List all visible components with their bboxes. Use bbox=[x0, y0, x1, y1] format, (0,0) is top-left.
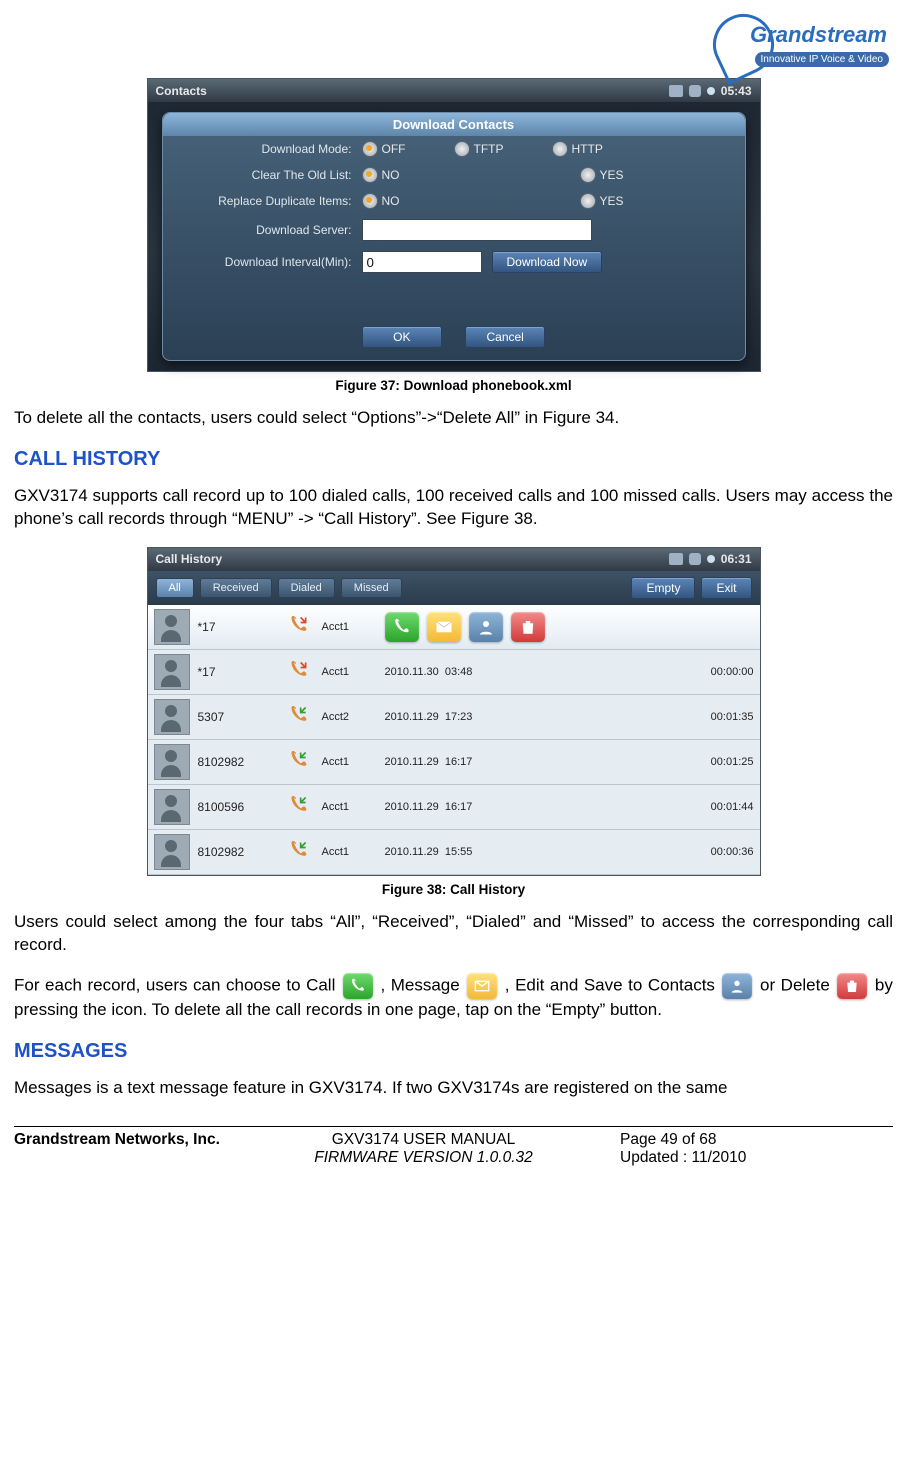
avatar-icon bbox=[154, 654, 190, 690]
label-interval: Download Interval(Min): bbox=[177, 255, 352, 269]
heading-messages: MESSAGES bbox=[14, 1040, 893, 1063]
tab-received[interactable]: Received bbox=[200, 578, 272, 598]
call-type-icon bbox=[284, 705, 314, 728]
speaker-icon bbox=[689, 85, 701, 97]
radio-tftp[interactable] bbox=[454, 141, 470, 157]
para-delete-contacts: To delete all the contacts, users could … bbox=[14, 407, 893, 430]
avatar-icon bbox=[154, 834, 190, 870]
window-title: Contacts bbox=[156, 84, 207, 98]
page-footer: Grandstream Networks, Inc. GXV3174 USER … bbox=[14, 1126, 893, 1167]
footer-firmware: FIRMWARE VERSION 1.0.0.32 bbox=[287, 1149, 560, 1167]
label-replace-dup: Replace Duplicate Items: bbox=[177, 194, 352, 208]
radio-clear-no[interactable] bbox=[362, 167, 378, 183]
footer-manual: GXV3174 USER MANUAL bbox=[287, 1131, 560, 1149]
para-tabs: Users could select among the four tabs “… bbox=[14, 911, 893, 957]
call-icon bbox=[343, 973, 373, 999]
avatar-icon bbox=[154, 744, 190, 780]
clock: 06:31 bbox=[721, 552, 752, 566]
para-messages-intro: Messages is a text message feature in GX… bbox=[14, 1077, 893, 1100]
ok-button[interactable]: OK bbox=[362, 326, 442, 348]
call-account: Acct1 bbox=[322, 846, 377, 858]
label-clear-old: Clear The Old List: bbox=[177, 168, 352, 182]
cancel-button[interactable]: Cancel bbox=[465, 326, 545, 348]
clock: 05:43 bbox=[721, 84, 752, 98]
label-server: Download Server: bbox=[177, 223, 352, 237]
call-row[interactable]: 8102982 Acct1 2010.11.29 15:5500:00:36 bbox=[148, 830, 760, 875]
download-contacts-dialog: Download Contacts Download Mode: OFF TFT… bbox=[162, 112, 746, 361]
heading-call-history: CALL HISTORY bbox=[14, 448, 893, 471]
call-row[interactable]: 8100596 Acct1 2010.11.29 16:1700:01:44 bbox=[148, 785, 760, 830]
row-delete-icon[interactable] bbox=[511, 612, 545, 642]
avatar-icon bbox=[154, 699, 190, 735]
download-server-input[interactable] bbox=[362, 219, 592, 241]
save-contact-icon bbox=[722, 973, 752, 999]
avatar-icon bbox=[154, 789, 190, 825]
para-call-history-intro: GXV3174 supports call record up to 100 d… bbox=[14, 485, 893, 531]
tab-missed[interactable]: Missed bbox=[341, 578, 402, 598]
call-list: *17 Acct1 *17 Acct1 2010.11.30 03:4800:0… bbox=[148, 605, 760, 875]
call-number: 8102982 bbox=[198, 755, 276, 769]
call-account: Acct1 bbox=[322, 621, 377, 633]
logo-tagline: Innovative IP Voice & Video bbox=[755, 52, 890, 67]
figure38-screenshot: Call History 06:31 All Received Dialed M… bbox=[147, 547, 761, 876]
call-type-icon bbox=[284, 840, 314, 863]
call-number: 8100596 bbox=[198, 800, 276, 814]
call-account: Acct2 bbox=[322, 711, 377, 723]
figure37-caption: Figure 37: Download phonebook.xml bbox=[14, 378, 893, 393]
call-row[interactable]: 8102982 Acct1 2010.11.29 16:1700:01:25 bbox=[148, 740, 760, 785]
radio-replace-no[interactable] bbox=[362, 193, 378, 209]
call-account: Acct1 bbox=[322, 801, 377, 813]
call-account: Acct1 bbox=[322, 756, 377, 768]
call-type-icon bbox=[284, 750, 314, 773]
call-type-icon bbox=[284, 615, 314, 638]
brand-logo: Grandstream Innovative IP Voice & Video bbox=[14, 14, 893, 74]
status-dot-icon bbox=[707, 555, 715, 563]
label-download-mode: Download Mode: bbox=[177, 142, 352, 156]
download-interval-input[interactable] bbox=[362, 251, 482, 273]
call-account: Acct1 bbox=[322, 666, 377, 678]
row-call-icon[interactable] bbox=[385, 612, 419, 642]
dialog-title: Download Contacts bbox=[163, 113, 745, 136]
tab-dialed[interactable]: Dialed bbox=[278, 578, 335, 598]
figure38-caption: Figure 38: Call History bbox=[14, 882, 893, 897]
call-row[interactable]: *17 Acct1 bbox=[148, 605, 760, 650]
status-dot-icon bbox=[707, 87, 715, 95]
avatar-icon bbox=[154, 609, 190, 645]
radio-off[interactable] bbox=[362, 141, 378, 157]
row-save-icon[interactable] bbox=[469, 612, 503, 642]
call-number: 8102982 bbox=[198, 845, 276, 859]
para-record-actions: For each record, users can choose to Cal… bbox=[14, 973, 893, 1022]
logo-brand-text: Grandstream bbox=[750, 22, 887, 48]
window-title: Call History bbox=[156, 552, 223, 566]
row-message-icon[interactable] bbox=[427, 612, 461, 642]
delete-icon bbox=[837, 973, 867, 999]
radio-http[interactable] bbox=[552, 141, 568, 157]
call-number: *17 bbox=[198, 665, 276, 679]
speaker-icon bbox=[689, 553, 701, 565]
exit-button[interactable]: Exit bbox=[701, 577, 751, 599]
download-now-button[interactable]: Download Now bbox=[492, 251, 603, 273]
call-type-icon bbox=[284, 660, 314, 683]
empty-button[interactable]: Empty bbox=[631, 577, 695, 599]
footer-updated: Updated : 11/2010 bbox=[620, 1149, 893, 1167]
tab-all[interactable]: All bbox=[156, 578, 194, 598]
call-number: 5307 bbox=[198, 710, 276, 724]
call-row[interactable]: *17 Acct1 2010.11.30 03:4800:00:00 bbox=[148, 650, 760, 695]
figure37-screenshot: Contacts 05:43 Download Contacts Downloa… bbox=[147, 78, 761, 372]
keyboard-icon bbox=[669, 85, 683, 97]
call-number: *17 bbox=[198, 620, 276, 634]
call-row[interactable]: 5307 Acct2 2010.11.29 17:2300:01:35 bbox=[148, 695, 760, 740]
footer-company: Grandstream Networks, Inc. bbox=[14, 1131, 287, 1167]
message-icon bbox=[467, 973, 497, 999]
radio-clear-yes[interactable] bbox=[580, 167, 596, 183]
call-type-icon bbox=[284, 795, 314, 818]
footer-page: Page 49 of 68 bbox=[620, 1131, 893, 1149]
keyboard-icon bbox=[669, 553, 683, 565]
radio-replace-yes[interactable] bbox=[580, 193, 596, 209]
